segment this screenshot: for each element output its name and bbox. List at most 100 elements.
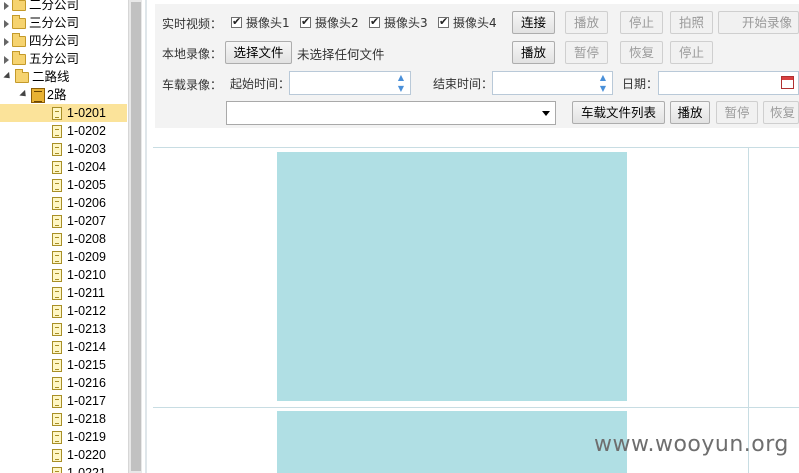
realtime-label: 实时视频： — [162, 17, 223, 31]
tree-item-label: 1-0204 — [67, 160, 106, 174]
snapshot-button[interactable]: 拍照 — [670, 11, 713, 34]
tree-item-label: 1-0216 — [67, 376, 106, 390]
local-play-button[interactable]: 播放 — [512, 41, 555, 64]
tree-item[interactable]: 1-0216 — [0, 374, 106, 392]
expand-arrow-icon[interactable] — [3, 71, 13, 82]
spin-down-icon[interactable]: ▼ — [392, 83, 410, 94]
camera-1-label: 摄像头1 — [246, 16, 290, 30]
tree-scrollbar[interactable] — [128, 0, 142, 473]
start-time-label: 起始时间： — [230, 77, 291, 91]
end-time-spinner[interactable]: ▲ ▼ — [594, 72, 612, 94]
checkbox-icon — [438, 14, 449, 30]
tree-item[interactable]: 1-0204 — [0, 158, 106, 176]
folder-icon — [12, 15, 26, 29]
calendar-icon[interactable] — [781, 76, 794, 89]
tree-item[interactable]: 1-0202 — [0, 122, 106, 140]
tree-item-label: 1-0220 — [67, 448, 106, 462]
tree-item[interactable]: 1-0210 — [0, 266, 106, 284]
local-resume-button[interactable]: 恢复 — [620, 41, 663, 64]
spin-down-icon[interactable]: ▼ — [594, 83, 612, 94]
tree-item-label: 五分公司 — [29, 52, 80, 66]
tree-item[interactable]: 五分公司 — [0, 50, 79, 68]
tree-item-label: 1-0206 — [67, 196, 106, 210]
tree-item[interactable]: 1-0221 — [0, 464, 106, 473]
spin-up-icon[interactable]: ▲ — [594, 72, 612, 83]
tree-item-label: 1-0213 — [67, 322, 106, 336]
tree-item-label: 1-0217 — [67, 394, 106, 408]
tree-item[interactable]: 三分公司 — [0, 14, 79, 32]
start-record-button[interactable]: 开始录像 — [718, 11, 799, 34]
realtime-play-button[interactable]: 播放 — [565, 11, 608, 34]
camera-4-checkbox[interactable]: 摄像头4 — [438, 14, 497, 31]
tree-item[interactable]: 1-0214 — [0, 338, 106, 356]
tree-item[interactable]: 1-0220 — [0, 446, 106, 464]
tree-item-label: 1-0219 — [67, 430, 106, 444]
tree-item[interactable]: 二分公司 — [0, 0, 79, 14]
connect-button[interactable]: 连接 — [512, 11, 555, 34]
vehicle-file-list-button[interactable]: 车载文件列表 — [572, 101, 665, 124]
vehicle-pause-button[interactable]: 暂停 — [716, 101, 758, 124]
collapse-arrow-icon[interactable] — [4, 37, 9, 46]
vehicle-icon — [52, 233, 62, 246]
tree-item[interactable]: 1-0206 — [0, 194, 106, 212]
video-player-2[interactable] — [277, 411, 627, 473]
tree-item-label: 1-0212 — [67, 304, 106, 318]
choose-file-button[interactable]: 选择文件 — [225, 41, 292, 64]
local-pause-button[interactable]: 暂停 — [565, 41, 608, 64]
vehicle-play-button[interactable]: 播放 — [670, 101, 710, 124]
collapse-arrow-icon[interactable] — [4, 55, 9, 64]
spin-up-icon[interactable]: ▲ — [392, 72, 410, 83]
vehicle-icon — [52, 359, 62, 372]
realtime-stop-button[interactable]: 停止 — [620, 11, 663, 34]
tree-item[interactable]: 二路线 — [0, 68, 70, 86]
collapse-arrow-icon[interactable] — [4, 1, 9, 10]
checkbox-icon — [300, 14, 311, 30]
tree-item[interactable]: 四分公司 — [0, 32, 79, 50]
tree-item[interactable]: 2路 — [0, 86, 66, 104]
camera-4-label: 摄像头4 — [453, 16, 497, 30]
camera-3-checkbox[interactable]: 摄像头3 — [369, 14, 428, 31]
watermark: www.wooyun.org — [594, 432, 789, 457]
vehicle-file-select[interactable] — [226, 101, 556, 125]
tree-item[interactable]: 1-0213 — [0, 320, 106, 338]
vehicle-icon — [52, 341, 62, 354]
tree-item[interactable]: 1-0207 — [0, 212, 106, 230]
vehicle-icon — [52, 323, 62, 336]
vehicle-icon — [52, 449, 62, 462]
tree-item-label: 1-0202 — [67, 124, 106, 138]
video-player-1[interactable] — [277, 152, 627, 401]
tree-scrollbar-thumb[interactable] — [131, 2, 141, 471]
tree-item[interactable]: 1-0219 — [0, 428, 106, 446]
route-icon — [31, 88, 45, 103]
tree-item-label: 1-0215 — [67, 358, 106, 372]
tree-item[interactable]: 1-0201 — [0, 104, 127, 122]
vehicle-icon — [52, 305, 62, 318]
local-stop-button[interactable]: 停止 — [670, 41, 713, 64]
expand-arrow-icon[interactable] — [19, 89, 29, 100]
collapse-arrow-icon[interactable] — [4, 19, 9, 28]
start-time-spinner[interactable]: ▲ ▼ — [392, 72, 410, 94]
vehicle-resume-button[interactable]: 恢复 — [763, 101, 799, 124]
tree-item-label: 1-0208 — [67, 232, 106, 246]
vehicle-icon — [52, 143, 62, 156]
vehicle-icon — [52, 395, 62, 408]
tree-item[interactable]: 1-0215 — [0, 356, 106, 374]
date-input[interactable] — [658, 71, 799, 95]
tree-item[interactable]: 1-0211 — [0, 284, 105, 302]
camera-3-label: 摄像头3 — [384, 16, 428, 30]
vehicle-icon — [52, 215, 62, 228]
tree-item[interactable]: 1-0212 — [0, 302, 106, 320]
tree-item-label: 2路 — [47, 88, 67, 102]
end-time-input[interactable]: ▲ ▼ — [492, 71, 613, 95]
tree-item[interactable]: 1-0217 — [0, 392, 106, 410]
tree-item[interactable]: 1-0208 — [0, 230, 106, 248]
tree-item[interactable]: 1-0203 — [0, 140, 106, 158]
grid-divider-v — [748, 148, 749, 473]
camera-2-checkbox[interactable]: 摄像头2 — [300, 14, 359, 31]
tree-item[interactable]: 1-0205 — [0, 176, 106, 194]
camera-1-checkbox[interactable]: 摄像头1 — [231, 14, 290, 31]
tree-item[interactable]: 1-0218 — [0, 410, 106, 428]
start-time-input[interactable]: ▲ ▼ — [289, 71, 411, 95]
tree-item-label: 1-0221 — [67, 466, 106, 473]
tree-item[interactable]: 1-0209 — [0, 248, 106, 266]
